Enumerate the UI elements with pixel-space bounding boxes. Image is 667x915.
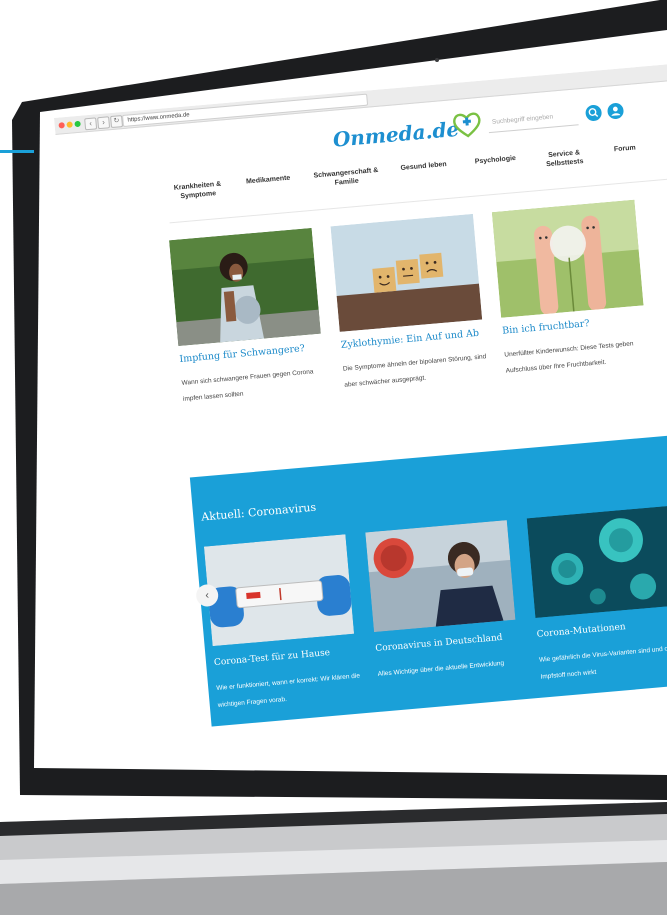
corona-test-image <box>203 534 355 647</box>
menu-item-forum[interactable]: Forum <box>605 143 646 155</box>
back-icon[interactable]: ‹ <box>84 117 98 131</box>
fingers-dandelion-image <box>491 199 644 318</box>
search-icon[interactable] <box>584 104 603 122</box>
site-logo[interactable]: Onmeda.de <box>332 117 460 152</box>
woman-mask-virus-image <box>365 520 516 633</box>
menu-item-psychologie[interactable]: Psychologie <box>465 153 526 167</box>
forward-icon[interactable]: › <box>97 116 111 130</box>
menu-item-service[interactable]: Service & Selbsttests <box>537 147 592 170</box>
article-teaser: Unerfüllter Kinderwunsch: Diese Tests ge… <box>504 340 634 375</box>
corona-card-teaser: Alles Wichtige über die aktuelle Entwick… <box>377 659 505 678</box>
menu-item-gesund-leben[interactable]: Gesund leben <box>393 159 454 173</box>
minimize-window-dot[interactable] <box>66 121 73 128</box>
reload-icon[interactable]: ↻ <box>110 115 124 129</box>
accent-line <box>0 150 34 153</box>
corona-card-title[interactable]: Corona-Test für zu Hause <box>214 648 331 668</box>
user-account-icon[interactable] <box>606 102 625 120</box>
article-title[interactable]: Impfung für Schwangere? <box>179 341 329 365</box>
browser-window: ‹ › ↻ https://www.onmeda.de Onmeda.de Su… <box>54 62 667 736</box>
heart-cross-logo-icon <box>453 112 481 138</box>
pregnant-woman-image <box>169 227 321 347</box>
corona-card-teaser: Wie er funktioniert, wann er korrekt: Wi… <box>216 672 361 709</box>
corona-card[interactable]: Corona-Mutationen Wie gefährlich die Vir… <box>526 505 667 681</box>
corona-card-teaser: Wie gefährlich die Virus-Varianten sind … <box>538 644 667 681</box>
menu-item-krankheiten[interactable]: Krankheiten & Symptome <box>166 179 229 202</box>
corona-card-title[interactable]: Coronavirus in Deutschland <box>375 633 503 654</box>
corona-card[interactable]: Corona-Test für zu Hause Wie er funktion… <box>203 533 360 709</box>
article-teaser: Wann sich schwangere Frauen gegen Corona… <box>181 368 314 403</box>
corona-card-title[interactable]: Corona-Mutationen <box>536 622 626 640</box>
corona-section: Aktuell: Coronavirus Corona-Test für zu … <box>189 430 667 736</box>
article-title[interactable]: Zyklothymie: Ein Auf und Ab <box>340 327 490 351</box>
search-input[interactable]: Suchbegriff eingeben <box>487 106 579 134</box>
laptop-base <box>0 802 667 915</box>
corona-card[interactable]: Coronavirus in Deutschland Alles Wichtig… <box>365 519 516 678</box>
article-title[interactable]: Bin ich fruchtbar? <box>502 313 652 337</box>
corona-section-heading: Aktuell: Coronavirus <box>200 500 317 524</box>
maximize-window-dot[interactable] <box>74 120 81 128</box>
virus-mutations-image <box>526 505 667 618</box>
close-window-dot[interactable] <box>58 122 65 129</box>
menu-item-medikamente[interactable]: Medikamente <box>238 173 299 187</box>
article-teaser: Die Symptome ähneln der bipolaren Störun… <box>342 353 487 389</box>
menu-item-schwangerschaft[interactable]: Schwangerschaft & Familie <box>306 165 387 190</box>
mood-blocks-image <box>330 213 483 332</box>
